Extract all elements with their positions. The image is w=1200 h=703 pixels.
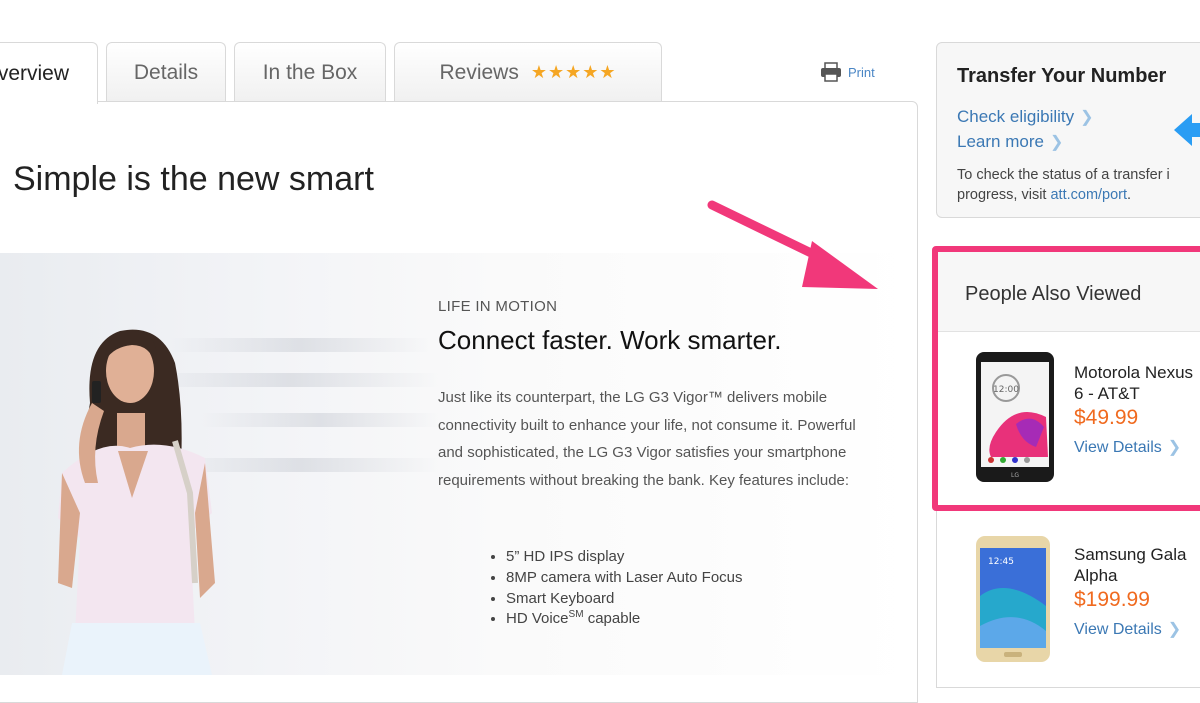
tab-in-the-box-label: In the Box [262,60,358,84]
tab-overview[interactable]: verview [0,42,98,104]
print-button[interactable]: Print [820,62,875,82]
tab-details[interactable]: Details [106,42,226,102]
tab-reviews[interactable]: Reviews ★★★★★ [394,42,662,102]
hero-body-copy: Just like its counterpart, the LG G3 Vig… [438,389,856,489]
feature-item: HD VoiceSM capable [506,609,743,630]
feature-capable-suffix: capable [583,610,641,628]
hero-subhead: Connect faster. Work smarter. [438,325,782,355]
woman-on-phone-image [58,329,215,675]
service-mark: SM [568,609,584,621]
hero-eyebrow: LIFE IN MOTION [438,298,558,315]
tab-details-label: Details [133,60,199,84]
printer-icon [821,62,841,82]
feature-list: 5” HD IPS display 8MP camera with Laser … [486,547,743,630]
feature-item: 8MP camera with Laser Auto Focus [506,568,743,589]
transfer-title: Transfer Your Number [957,65,1167,87]
phone-screen-clock: 12:45 [988,557,1014,567]
tab-overview-label: verview [0,61,69,85]
learn-more-link[interactable]: Learn more ❯ [957,132,1063,152]
feature-item: Smart Keyboard [506,589,743,610]
annotation-arrow-icon [707,200,878,289]
tab-in-the-box[interactable]: In the Box [234,42,386,102]
page-headline: Simple is the new smart [13,160,374,198]
feature-item: 5” HD IPS display [506,547,743,568]
transfer-arrow-icon [1174,114,1200,146]
rating-stars-icon: ★★★★★ [530,62,617,82]
tab-reviews-label: Reviews [439,60,519,84]
chevron-right-icon: ❯ [1167,621,1182,638]
check-eligibility-link[interactable]: Check eligibility ❯ [957,107,1094,127]
product-name-line1: Samsung Gala [1074,545,1187,564]
att-port-link[interactable]: att.com/port [1050,187,1127,203]
chevron-right-icon: ❯ [1049,134,1064,151]
transfer-status-note: To check the status of a transfer i prog… [957,165,1200,205]
product-name-line2: Alpha [1074,566,1118,585]
feature-hd-voice-label: HD Voice [506,610,569,628]
transfer-number-panel: Transfer Your Number Check eligibility ❯ … [936,42,1200,218]
transfer-note-line2: progress, visit [957,187,1051,203]
check-eligibility-label: Check eligibility [957,107,1075,126]
print-label: Print [848,64,875,80]
chevron-right-icon: ❯ [1080,109,1094,126]
learn-more-label: Learn more [957,132,1044,151]
transfer-note-line1: To check the status of a transfer i [957,167,1170,183]
transfer-note-end: . [1127,187,1132,203]
product-price: $199.99 [1074,588,1150,611]
product-name[interactable]: Samsung Gala Alpha [1074,544,1200,586]
product-image-samsung-phone[interactable]: 12:45 [976,536,1050,662]
view-details-label: View Details [1074,621,1162,638]
view-details-link[interactable]: View Details ❯ [1074,619,1181,639]
annotation-highlight-box [932,246,1200,511]
